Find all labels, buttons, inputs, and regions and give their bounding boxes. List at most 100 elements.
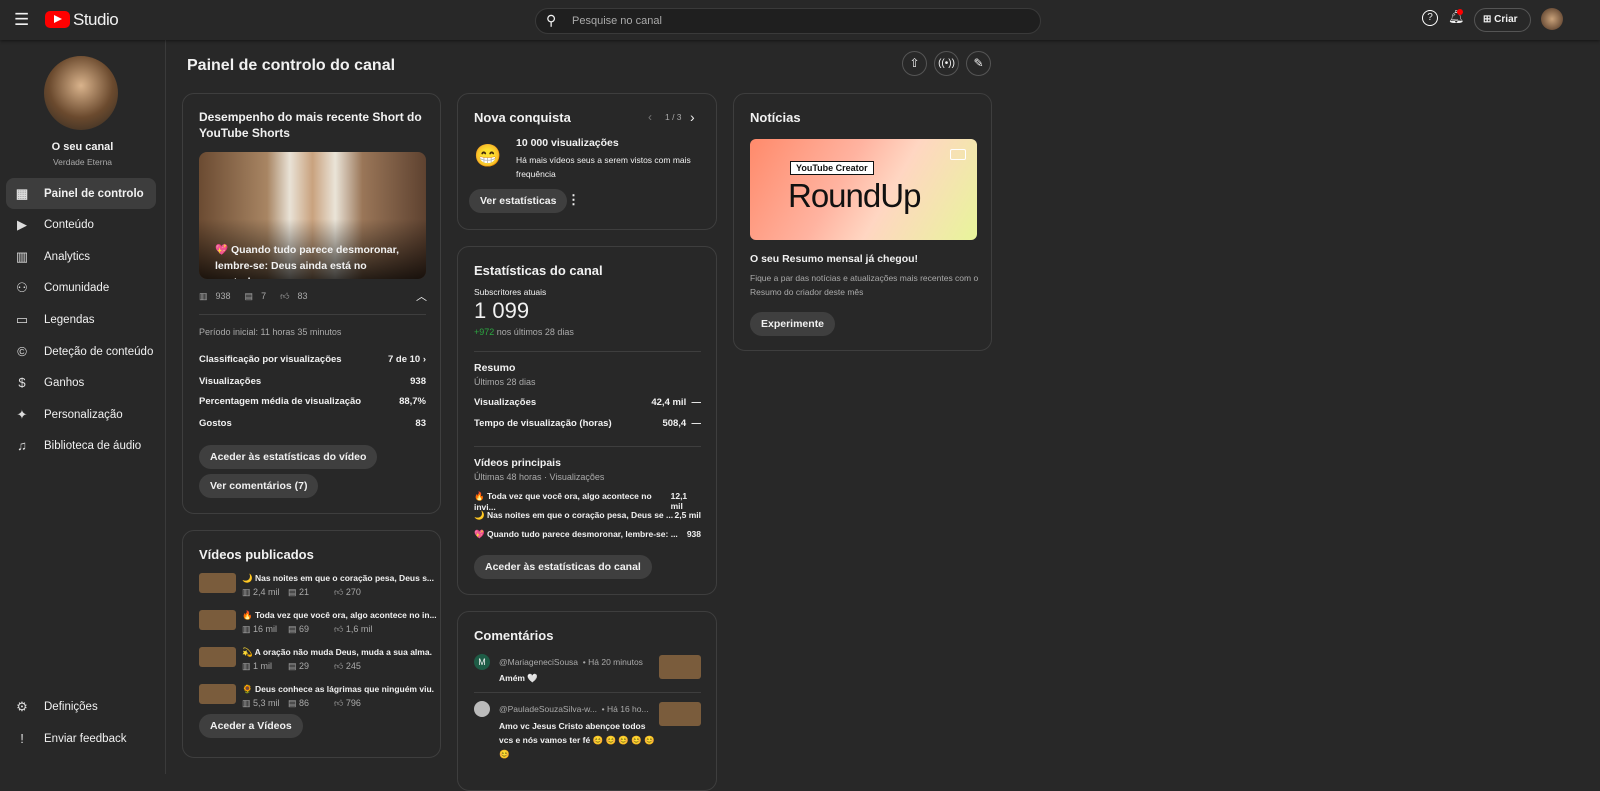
stat-label: Tempo de visualização (horas) bbox=[474, 418, 612, 429]
comment-author[interactable]: @PauladeSouzaSilva-w... bbox=[499, 704, 597, 714]
fire-emoji: 🔥 bbox=[474, 491, 485, 501]
search-placeholder: Pesquise no canal bbox=[572, 15, 662, 27]
commenter-avatar[interactable] bbox=[474, 701, 490, 717]
nav-label: Comunidade bbox=[44, 281, 110, 294]
sidebar-item-settings[interactable]: ⚙ Definições bbox=[6, 691, 156, 722]
account-avatar[interactable] bbox=[1541, 8, 1563, 30]
nav-label: Definições bbox=[44, 700, 98, 713]
video-title: Nas noites em que o coração pesa, Deus s… bbox=[254, 573, 435, 583]
summary-title: Resumo bbox=[474, 362, 516, 374]
video-likes: 1,6 mil bbox=[345, 624, 373, 634]
content-icon: ▶ bbox=[17, 216, 27, 232]
channel-name: O seu canal bbox=[51, 141, 114, 153]
sidebar-item-subtitles[interactable]: ▭ Legendas bbox=[6, 304, 156, 335]
comment-text: Amo vc Jesus Cristo abençoe todos vcs e … bbox=[499, 721, 655, 759]
top-video-row[interactable]: 💖 Quando tudo parece desmoronar, lembre-… bbox=[474, 529, 701, 540]
chevron-up-icon[interactable]: ︿ bbox=[416, 288, 427, 304]
try-it-button[interactable]: Experimente bbox=[750, 312, 836, 336]
video-views: 1 mil bbox=[253, 661, 273, 671]
comment-video-thumbnail[interactable] bbox=[659, 655, 701, 679]
sidebar-item-earn[interactable]: $ Ganhos bbox=[6, 367, 156, 398]
sidebar-item-copyright[interactable]: © Deteção de conteúdo bbox=[6, 336, 156, 367]
dollar-icon: $ bbox=[18, 375, 26, 390]
published-video-row[interactable]: 🔥 Toda vez que você ora, algo acontece n… bbox=[199, 610, 437, 640]
magic-wand-icon: ✦ bbox=[16, 406, 28, 422]
upload-button[interactable]: ⇧ bbox=[902, 51, 927, 76]
stat-label: Visualizações bbox=[474, 397, 537, 408]
comment-author[interactable]: @MariageneciSousa bbox=[499, 657, 578, 667]
comments-icon: ▤ bbox=[288, 624, 297, 634]
more-options-icon[interactable]: ⋮ bbox=[567, 192, 580, 208]
help-icon[interactable]: ? bbox=[1422, 10, 1438, 26]
view-stats-button[interactable]: Ver estatísticas bbox=[469, 189, 568, 213]
create-post-button[interactable]: ✎ bbox=[966, 51, 991, 76]
sidebar-item-feedback[interactable]: ! Enviar feedback bbox=[6, 723, 156, 754]
top-video-title: Quando tudo parece desmoronar, lembre-se… bbox=[486, 529, 678, 539]
create-button[interactable]: ⊞ Criar bbox=[1474, 8, 1531, 32]
title-emoji: 💫 bbox=[242, 647, 253, 657]
video-comments: 86 bbox=[299, 698, 310, 708]
channel-handle: Verdade Eterna bbox=[52, 157, 113, 167]
banner-tag: YouTube Creator bbox=[790, 161, 874, 175]
top-video-row[interactable]: 🌙 Nas noites em que o coração pesa, Deus… bbox=[474, 510, 701, 521]
upload-icon: ⇧ bbox=[909, 56, 920, 70]
sidebar-item-dashboard[interactable]: ▦ Painel de controlo bbox=[6, 178, 156, 209]
sidebar-item-audio-library[interactable]: ♫ Biblioteca de áudio bbox=[6, 430, 156, 461]
stat-ranking[interactable]: Classificação por visualizações 7 de 10 › bbox=[199, 354, 426, 365]
create-label: Criar bbox=[1494, 14, 1518, 25]
video-title: A oração não muda Deus, muda a sua alma. bbox=[254, 647, 432, 657]
video-thumbnail[interactable] bbox=[199, 684, 236, 704]
comments-card: Comentários M @MariageneciSousa • Há 20 … bbox=[457, 611, 717, 791]
comment-time: • Há 20 minutos bbox=[582, 657, 643, 667]
comment-video-thumbnail[interactable] bbox=[659, 702, 701, 726]
video-comments: 69 bbox=[299, 624, 310, 634]
short-thumbnail[interactable]: 💖 Quando tudo parece desmoronar, lembre-… bbox=[199, 152, 426, 279]
stat-value: 88,7% bbox=[399, 396, 426, 407]
top-video-views: 12,1 mil bbox=[670, 491, 688, 511]
likes-icon: 👍︎ bbox=[334, 661, 344, 671]
published-video-row[interactable]: 💫 A oração não muda Deus, muda a sua alm… bbox=[199, 647, 432, 677]
published-video-row[interactable]: 🌻 Deus conhece as lágrimas que ninguém v… bbox=[199, 684, 434, 714]
video-thumbnail[interactable] bbox=[199, 647, 236, 667]
view-comments-button[interactable]: Ver comentários (7) bbox=[199, 474, 319, 498]
news-banner[interactable]: YouTube Creator RoundUp bbox=[750, 139, 977, 240]
short-views: 938 bbox=[215, 291, 231, 301]
sidebar-item-analytics[interactable]: ▥ Analytics bbox=[6, 241, 156, 272]
comment-time: • Há 16 ho... bbox=[601, 704, 649, 714]
video-thumbnail[interactable] bbox=[199, 610, 236, 630]
stat-label: Visualizações bbox=[199, 376, 262, 387]
stat-value: 7 de 10 bbox=[387, 354, 421, 365]
comments-icon: ▤ bbox=[244, 291, 254, 301]
card-title: Notícias bbox=[750, 110, 801, 125]
top-video-row[interactable]: 🔥 Toda vez que você ora, algo acontece n… bbox=[474, 491, 701, 512]
analytics-icon: ▥ bbox=[15, 248, 29, 264]
sidebar-item-content[interactable]: ▶ Conteúdo bbox=[6, 209, 156, 240]
next-icon[interactable]: › bbox=[690, 109, 695, 125]
sidebar-item-customization[interactable]: ✦ Personalização bbox=[6, 399, 156, 430]
go-to-videos-button[interactable]: Aceder a Vídeos bbox=[199, 714, 303, 738]
pager: 1 / 3 bbox=[665, 112, 682, 122]
comments-icon: ▤ bbox=[288, 698, 297, 708]
go-live-button[interactable]: ((•)) bbox=[934, 51, 959, 76]
stat-value: 42,4 mil bbox=[651, 397, 687, 408]
channel-analytics-button[interactable]: Aceder às estatísticas do canal bbox=[474, 555, 652, 579]
video-analytics-button[interactable]: Aceder às estatísticas do vídeo bbox=[199, 445, 378, 469]
youtube-logo-icon[interactable] bbox=[45, 11, 70, 28]
previous-icon[interactable]: ‹ bbox=[648, 110, 652, 124]
notifications-icon[interactable]: 🔔︎ bbox=[1448, 9, 1465, 25]
search-input[interactable]: ⚲ Pesquise no canal bbox=[535, 8, 1041, 34]
nav-label: Ganhos bbox=[44, 376, 85, 389]
commenter-avatar[interactable]: M bbox=[474, 654, 490, 670]
audio-library-icon: ♫ bbox=[17, 438, 27, 453]
published-video-row[interactable]: 🌙 Nas noites em que o coração pesa, Deus… bbox=[199, 573, 434, 603]
video-thumbnail[interactable] bbox=[199, 573, 236, 593]
menu-icon[interactable]: ☰ bbox=[14, 10, 29, 30]
video-title: Toda vez que você ora, algo acontece no … bbox=[254, 610, 437, 620]
channel-avatar[interactable] bbox=[44, 56, 118, 130]
likes-icon: 👍︎ bbox=[280, 291, 290, 301]
title-emoji: 🌻 bbox=[242, 684, 253, 694]
card-title: Nova conquista bbox=[474, 110, 571, 125]
comments-icon: ▤ bbox=[288, 587, 297, 597]
sidebar-item-community[interactable]: ⚇ Comunidade bbox=[6, 272, 156, 303]
nav-label: Personalização bbox=[44, 408, 123, 421]
